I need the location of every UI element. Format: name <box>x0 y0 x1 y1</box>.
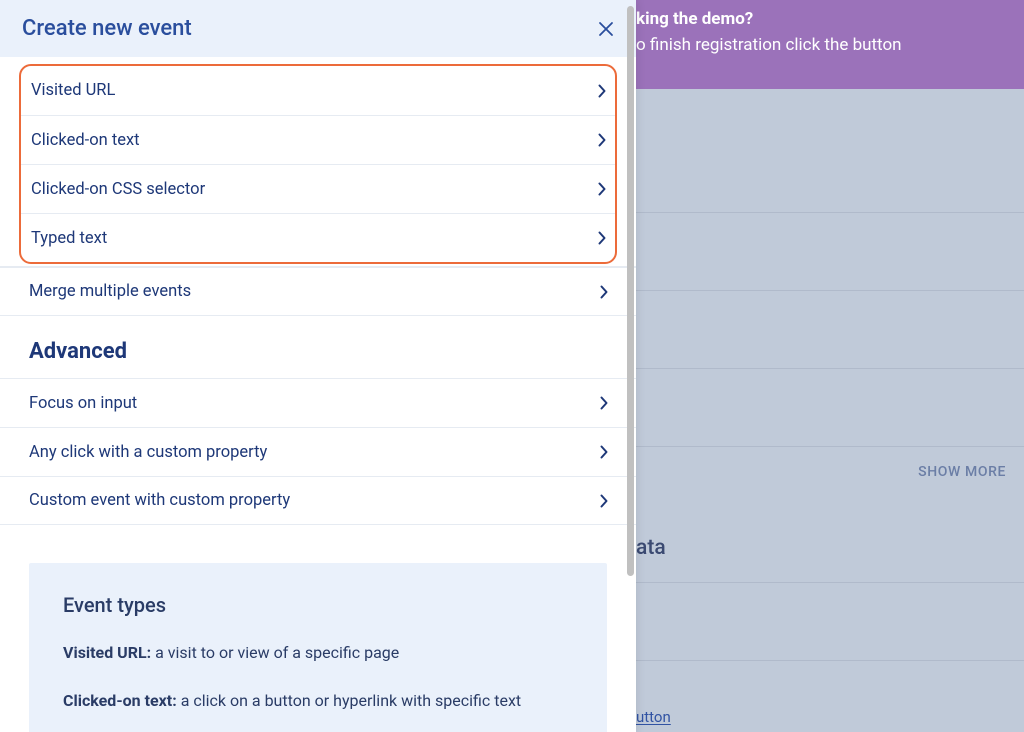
chevron-right-icon <box>598 231 606 245</box>
divider <box>636 446 1024 447</box>
event-option-any-click-custom[interactable]: Any click with a custom property <box>0 427 636 476</box>
link-partial[interactable]: utton <box>636 708 671 726</box>
list-item-label: Visited URL <box>31 81 115 100</box>
list-item-label: Merge multiple events <box>29 282 191 301</box>
event-option-merge[interactable]: Merge multiple events <box>0 267 636 316</box>
chevron-right-icon <box>600 285 608 299</box>
event-option-visited-url[interactable]: Visited URL <box>21 66 615 115</box>
divider <box>636 660 1024 661</box>
scrollbar-thumb[interactable] <box>627 6 634 576</box>
chevron-right-icon <box>598 182 606 196</box>
panel-scroll-area[interactable]: Visited URL Clicked-on text Clicked-on C… <box>0 57 636 732</box>
create-event-panel: Create new event Visited URL Clicked-on … <box>0 0 636 732</box>
info-term: Visited URL: <box>63 643 151 662</box>
list-item-label: Any click with a custom property <box>29 443 267 462</box>
info-desc: a visit to or view of a specific page <box>151 643 399 662</box>
banner-line2: o finish registration click the button <box>636 32 1024 58</box>
chevron-right-icon <box>600 396 608 410</box>
merge-section: Merge multiple events <box>0 267 636 316</box>
list-item-label: Clicked-on text <box>31 131 140 150</box>
list-item-label: Clicked-on CSS selector <box>31 180 205 199</box>
chevron-right-icon <box>600 494 608 508</box>
info-term: Clicked-on text: <box>63 691 177 710</box>
banner-line1: king the demo? <box>636 6 1024 32</box>
panel-title: Create new event <box>22 16 192 41</box>
divider <box>636 582 1024 583</box>
event-option-typed-text[interactable]: Typed text <box>21 213 615 262</box>
divider <box>636 212 1024 213</box>
info-heading: Event types <box>63 593 573 617</box>
event-types-info: Event types Visited URL: a visit to or v… <box>29 563 607 732</box>
info-entry: Clicked-on text: a click on a button or … <box>63 689 573 713</box>
show-more-button[interactable]: SHOW MORE <box>918 464 1006 480</box>
event-option-clicked-css[interactable]: Clicked-on CSS selector <box>21 164 615 213</box>
event-option-focus-input[interactable]: Focus on input <box>0 378 636 427</box>
list-item-label: Typed text <box>31 229 107 248</box>
list-item-label: Focus on input <box>29 394 137 413</box>
info-desc: a click on a button or hyperlink with sp… <box>177 691 521 710</box>
chevron-right-icon <box>598 133 606 147</box>
chevron-right-icon <box>600 445 608 459</box>
advanced-section: Focus on input Any click with a custom p… <box>0 378 636 525</box>
divider <box>636 290 1024 291</box>
event-option-clicked-text[interactable]: Clicked-on text <box>21 115 615 164</box>
highlighted-event-types: Visited URL Clicked-on text Clicked-on C… <box>19 64 617 264</box>
divider <box>636 368 1024 369</box>
chevron-right-icon <box>598 84 606 98</box>
close-icon[interactable] <box>598 21 614 37</box>
section-title-data: ata <box>636 536 666 560</box>
list-item-label: Custom event with custom property <box>29 491 290 510</box>
info-entry: Visited URL: a visit to or view of a spe… <box>63 641 573 665</box>
panel-header: Create new event <box>0 0 636 57</box>
advanced-heading: Advanced <box>0 316 636 378</box>
event-option-custom-event[interactable]: Custom event with custom property <box>0 476 636 525</box>
